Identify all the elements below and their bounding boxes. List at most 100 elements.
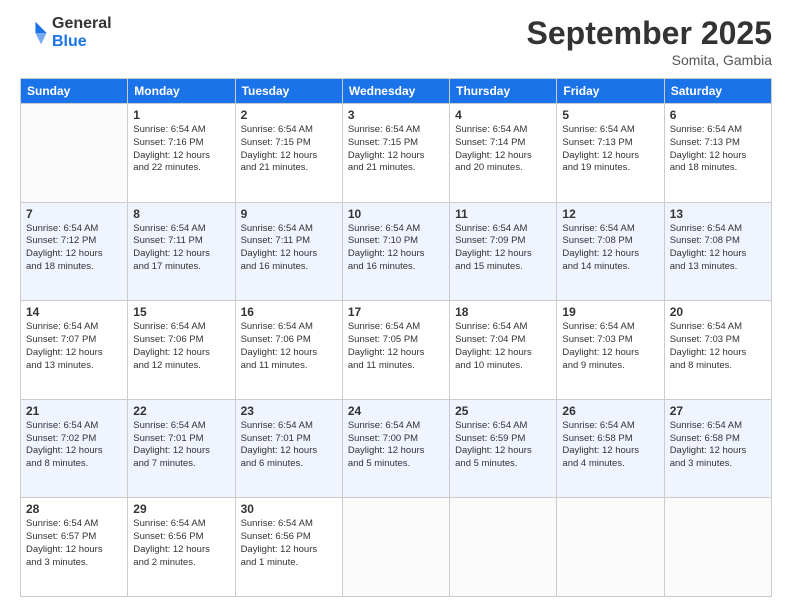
location-subtitle: Somita, Gambia <box>527 52 772 68</box>
table-cell <box>450 498 557 597</box>
table-cell: 28 Sunrise: 6:54 AM Sunset: 6:57 PM Dayli… <box>21 498 128 597</box>
day-info: Sunrise: 6:54 AM Sunset: 7:09 PM Dayligh… <box>455 223 551 274</box>
table-cell: 6Sunrise: 6:54 AM Sunset: 7:13 PM Daylig… <box>664 104 771 203</box>
day-number: 24 <box>348 404 444 418</box>
table-cell: 23 Sunrise: 6:54 AM Sunset: 7:01 PM Dayli… <box>235 399 342 498</box>
day-info: Sunrise: 6:54 AM Sunset: 7:07 PM Dayligh… <box>26 321 122 372</box>
day-info: Sunrise: 6:54 AM Sunset: 7:13 PM Dayligh… <box>562 124 658 175</box>
day-info: Sunrise: 6:54 AM Sunset: 7:04 PM Dayligh… <box>455 321 551 372</box>
table-cell: 9Sunrise: 6:54 AM Sunset: 7:11 PM Daylig… <box>235 202 342 301</box>
table-cell: 20Sunrise: 6:54 AM Sunset: 7:03 PM Dayli… <box>664 301 771 400</box>
day-number: 21 <box>26 404 122 418</box>
day-number: 26 <box>562 404 658 418</box>
day-info: Sunrise: 6:54 AM Sunset: 7:08 PM Dayligh… <box>670 223 766 274</box>
day-info: Sunrise: 6:54 AM Sunset: 6:59 PM Dayligh… <box>455 420 551 471</box>
day-number: 12 <box>562 207 658 221</box>
day-info: Sunrise: 6:54 AM Sunset: 6:56 PM Dayligh… <box>133 518 229 569</box>
header-wednesday: Wednesday <box>342 79 449 104</box>
table-cell: 25 Sunrise: 6:54 AM Sunset: 6:59 PM Dayli… <box>450 399 557 498</box>
table-cell: 1 Sunrise: 6:54 AM Sunset: 7:16 PM Daylig… <box>128 104 235 203</box>
day-info: Sunrise: 6:54 AM Sunset: 6:58 PM Dayligh… <box>670 420 766 471</box>
calendar-page: General Blue September 2025 Somita, Gamb… <box>0 0 792 612</box>
header-sunday: Sunday <box>21 79 128 104</box>
day-number: 17 <box>348 305 444 319</box>
day-info: Sunrise: 6:54 AM Sunset: 7:14 PM Dayligh… <box>455 124 551 175</box>
day-number: 16 <box>241 305 337 319</box>
day-info: Sunrise: 6:54 AM Sunset: 6:57 PM Dayligh… <box>26 518 122 569</box>
day-number: 6 <box>670 108 766 122</box>
day-number: 1 <box>133 108 229 122</box>
table-cell: 18 Sunrise: 6:54 AM Sunset: 7:04 PM Dayli… <box>450 301 557 400</box>
day-number: 5 <box>562 108 658 122</box>
table-cell <box>557 498 664 597</box>
day-info: Sunrise: 6:54 AM Sunset: 7:06 PM Dayligh… <box>133 321 229 372</box>
day-number: 2 <box>241 108 337 122</box>
header-saturday: Saturday <box>664 79 771 104</box>
day-info: Sunrise: 6:54 AM Sunset: 7:06 PM Dayligh… <box>241 321 337 372</box>
table-cell: 11 Sunrise: 6:54 AM Sunset: 7:09 PM Dayli… <box>450 202 557 301</box>
table-cell: 19 Sunrise: 6:54 AM Sunset: 7:03 PM Dayli… <box>557 301 664 400</box>
header: General Blue September 2025 Somita, Gamb… <box>20 15 772 68</box>
day-info: Sunrise: 6:54 AM Sunset: 7:01 PM Dayligh… <box>241 420 337 471</box>
day-info: Sunrise: 6:54 AM Sunset: 7:15 PM Dayligh… <box>348 124 444 175</box>
table-cell <box>664 498 771 597</box>
table-cell: 27 Sunrise: 6:54 AM Sunset: 6:58 PM Dayli… <box>664 399 771 498</box>
table-cell <box>342 498 449 597</box>
week-row-2: 7Sunrise: 6:54 AM Sunset: 7:12 PM Daylig… <box>21 202 772 301</box>
week-row-4: 21Sunrise: 6:54 AM Sunset: 7:02 PM Dayli… <box>21 399 772 498</box>
day-number: 14 <box>26 305 122 319</box>
table-cell: 8 Sunrise: 6:54 AM Sunset: 7:11 PM Daylig… <box>128 202 235 301</box>
table-cell: 24 Sunrise: 6:54 AM Sunset: 7:00 PM Dayli… <box>342 399 449 498</box>
day-number: 13 <box>670 207 766 221</box>
day-number: 8 <box>133 207 229 221</box>
day-number: 30 <box>241 502 337 516</box>
day-number: 9 <box>241 207 337 221</box>
header-tuesday: Tuesday <box>235 79 342 104</box>
day-number: 11 <box>455 207 551 221</box>
table-cell: 2 Sunrise: 6:54 AM Sunset: 7:15 PM Daylig… <box>235 104 342 203</box>
table-cell: 12 Sunrise: 6:54 AM Sunset: 7:08 PM Dayli… <box>557 202 664 301</box>
table-cell <box>21 104 128 203</box>
day-info: Sunrise: 6:54 AM Sunset: 7:00 PM Dayligh… <box>348 420 444 471</box>
table-cell: 7Sunrise: 6:54 AM Sunset: 7:12 PM Daylig… <box>21 202 128 301</box>
table-cell: 16 Sunrise: 6:54 AM Sunset: 7:06 PM Dayli… <box>235 301 342 400</box>
week-row-3: 14 Sunrise: 6:54 AM Sunset: 7:07 PM Dayli… <box>21 301 772 400</box>
day-info: Sunrise: 6:54 AM Sunset: 7:16 PM Dayligh… <box>133 124 229 175</box>
day-info: Sunrise: 6:54 AM Sunset: 7:12 PM Dayligh… <box>26 223 122 274</box>
day-number: 10 <box>348 207 444 221</box>
day-number: 27 <box>670 404 766 418</box>
table-cell: 17 Sunrise: 6:54 AM Sunset: 7:05 PM Dayli… <box>342 301 449 400</box>
day-number: 19 <box>562 305 658 319</box>
day-info: Sunrise: 6:54 AM Sunset: 6:58 PM Dayligh… <box>562 420 658 471</box>
month-title: September 2025 <box>527 15 772 52</box>
day-number: 4 <box>455 108 551 122</box>
logo-text: General Blue <box>52 15 112 51</box>
table-cell: 3Sunrise: 6:54 AM Sunset: 7:15 PM Daylig… <box>342 104 449 203</box>
day-info: Sunrise: 6:54 AM Sunset: 7:15 PM Dayligh… <box>241 124 337 175</box>
day-info: Sunrise: 6:54 AM Sunset: 7:05 PM Dayligh… <box>348 321 444 372</box>
day-number: 28 <box>26 502 122 516</box>
day-info: Sunrise: 6:54 AM Sunset: 7:11 PM Dayligh… <box>133 223 229 274</box>
day-number: 18 <box>455 305 551 319</box>
day-info: Sunrise: 6:54 AM Sunset: 6:56 PM Dayligh… <box>241 518 337 569</box>
week-row-5: 28 Sunrise: 6:54 AM Sunset: 6:57 PM Dayli… <box>21 498 772 597</box>
header-thursday: Thursday <box>450 79 557 104</box>
table-cell: 22Sunrise: 6:54 AM Sunset: 7:01 PM Dayli… <box>128 399 235 498</box>
logo-icon <box>20 19 48 47</box>
day-number: 15 <box>133 305 229 319</box>
header-friday: Friday <box>557 79 664 104</box>
day-info: Sunrise: 6:54 AM Sunset: 7:03 PM Dayligh… <box>562 321 658 372</box>
logo: General Blue <box>20 15 112 51</box>
title-area: September 2025 Somita, Gambia <box>527 15 772 68</box>
day-info: Sunrise: 6:54 AM Sunset: 7:08 PM Dayligh… <box>562 223 658 274</box>
table-cell: 15 Sunrise: 6:54 AM Sunset: 7:06 PM Dayli… <box>128 301 235 400</box>
table-cell: 14 Sunrise: 6:54 AM Sunset: 7:07 PM Dayli… <box>21 301 128 400</box>
day-number: 23 <box>241 404 337 418</box>
day-info: Sunrise: 6:54 AM Sunset: 7:01 PM Dayligh… <box>133 420 229 471</box>
table-cell: 13 Sunrise: 6:54 AM Sunset: 7:08 PM Dayli… <box>664 202 771 301</box>
calendar-table: Sunday Monday Tuesday Wednesday Thursday… <box>20 78 772 597</box>
day-number: 25 <box>455 404 551 418</box>
table-cell: 4 Sunrise: 6:54 AM Sunset: 7:14 PM Daylig… <box>450 104 557 203</box>
day-number: 29 <box>133 502 229 516</box>
table-cell: 21Sunrise: 6:54 AM Sunset: 7:02 PM Dayli… <box>21 399 128 498</box>
